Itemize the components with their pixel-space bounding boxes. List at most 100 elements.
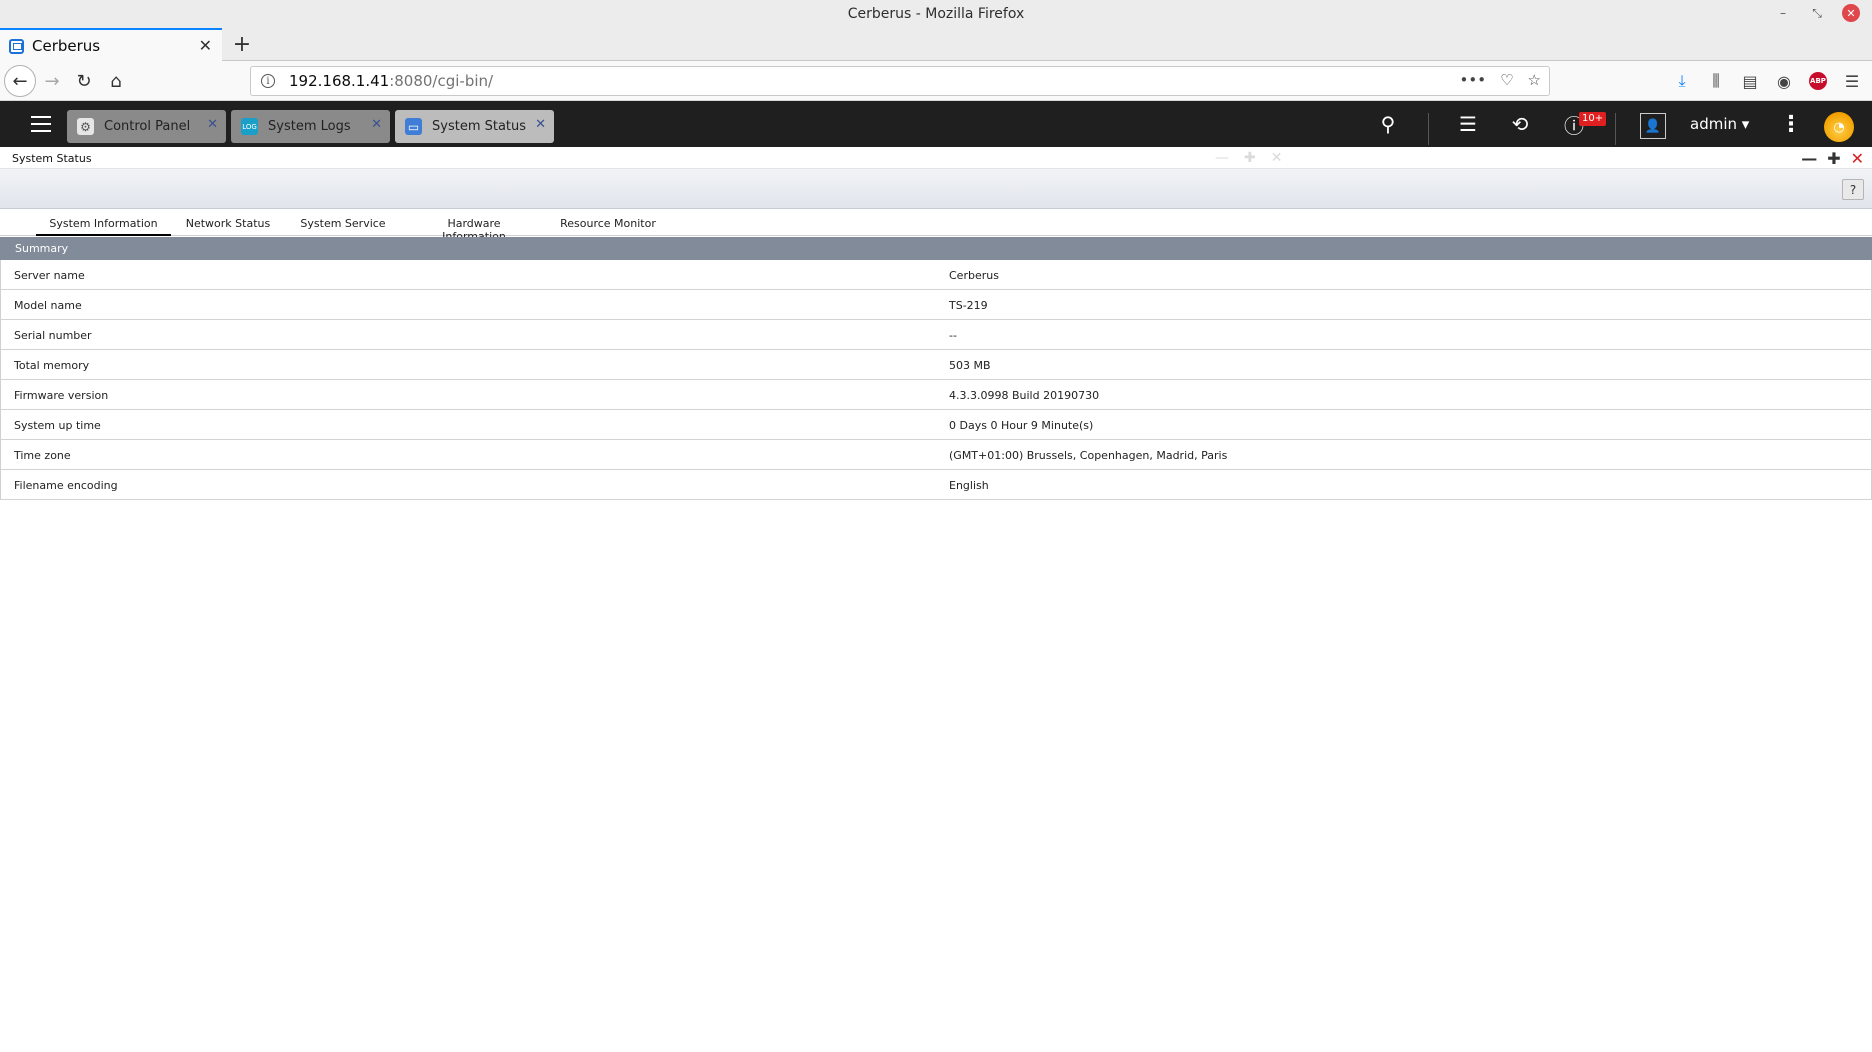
table-row: Filename encoding English — [1, 470, 1871, 500]
tab-close-icon[interactable]: ✕ — [199, 36, 212, 55]
url-path: :8080/cgi-bin/ — [389, 72, 494, 90]
row-value: English — [949, 479, 989, 492]
user-menu[interactable]: admin ▾ — [1690, 115, 1749, 133]
table-row: Firmware version 4.3.3.0998 Build 201907… — [1, 380, 1871, 410]
library-icon[interactable]: ⫼ — [1704, 65, 1728, 97]
url-actions: ••• ♡ ☆ — [1460, 71, 1541, 89]
username: admin — [1690, 115, 1737, 133]
search-icon[interactable]: ⚲ — [1374, 110, 1402, 138]
toolbar-divider — [1615, 113, 1616, 145]
app-minimize-button[interactable]: — — [1801, 149, 1817, 168]
row-label: Serial number — [14, 329, 92, 342]
tab-resource-monitor[interactable]: Resource Monitor — [560, 215, 656, 236]
table-row: System up time 0 Days 0 Hour 9 Minute(s) — [1, 410, 1871, 440]
system-info-table: Server name Cerberus Model name TS-219 S… — [0, 260, 1872, 500]
row-value: Cerberus — [949, 269, 999, 282]
row-label: Total memory — [14, 359, 90, 372]
app-window-controls: — ✚ ✕ — [1801, 149, 1864, 168]
dashboard-gauge-icon[interactable]: ◔ — [1824, 112, 1854, 142]
more-options-icon[interactable]: ⋮ — [1780, 112, 1802, 137]
row-value: 0 Days 0 Hour 9 Minute(s) — [949, 419, 1094, 432]
app-toolbar: ? — [0, 169, 1872, 209]
app-tabbar: System Information Network Status System… — [0, 215, 1872, 243]
window-title: Cerberus - Mozilla Firefox — [847, 6, 1025, 22]
tab-system-service[interactable]: System Service — [300, 215, 386, 236]
row-label: Filename encoding — [14, 479, 118, 492]
gear-icon: ⚙ — [77, 118, 94, 135]
window-titlebar: Cerberus - Mozilla Firefox – ⤡ ✕ — [0, 0, 1872, 28]
app-tab-control-panel[interactable]: ⚙ Control Panel ✕ — [67, 110, 226, 143]
browser-menu-icon[interactable]: ☰ — [1840, 65, 1864, 97]
table-row: Server name Cerberus — [1, 260, 1871, 290]
row-value: (GMT+01:00) Brussels, Copenhagen, Madrid… — [949, 449, 1228, 462]
row-value: 4.3.3.0998 Build 20190730 — [949, 389, 1100, 402]
tab-hardware-information[interactable]: Hardware Information — [415, 215, 533, 243]
window-close-button[interactable]: ✕ — [1842, 4, 1860, 22]
url-host: 192.168.1.41 — [289, 72, 390, 90]
bookmark-star-icon[interactable]: ☆ — [1528, 71, 1541, 89]
app-close-button[interactable]: ✕ — [1851, 149, 1864, 168]
close-icon: ✕ — [1270, 150, 1283, 166]
app-window-title: System Status — [12, 152, 92, 165]
user-avatar-icon[interactable]: 👤 — [1640, 113, 1666, 139]
new-tab-button[interactable]: + — [230, 31, 254, 57]
notification-badge: 10+ — [1579, 112, 1607, 126]
window-restore-button[interactable]: ⤡ — [1808, 4, 1826, 22]
app-tab-label: System Logs — [268, 119, 351, 134]
browser-tab[interactable]: Cerberus ✕ — [0, 28, 222, 62]
close-icon[interactable]: ✕ — [535, 117, 546, 132]
table-row: Serial number -- — [1, 320, 1871, 350]
table-row: Model name TS-219 — [1, 290, 1871, 320]
toolbar-divider — [1428, 113, 1429, 145]
app-tab-system-logs[interactable]: LOG System Logs ✕ — [231, 110, 390, 143]
site-info-icon[interactable]: i — [261, 74, 275, 88]
app-window-header: System Status — ✚ ✕ — ✚ ✕ — [0, 147, 1872, 169]
row-label: Firmware version — [14, 389, 109, 402]
qts-topbar: ⚙ Control Panel ✕ LOG System Logs ✕ ▭ Sy… — [0, 101, 1872, 147]
window-controls: – ⤡ ✕ — [1774, 4, 1860, 22]
tab-network-status[interactable]: Network Status — [184, 215, 272, 236]
ghost-window-controls: — ✚ ✕ — [1215, 150, 1282, 166]
adblock-icon[interactable]: ABP — [1806, 65, 1830, 97]
row-value: -- — [949, 329, 957, 342]
row-label: Model name — [14, 299, 82, 312]
monitor-icon: ▭ — [405, 118, 422, 135]
back-button[interactable]: ← — [4, 65, 36, 97]
downloads-icon[interactable]: ⤓ — [1670, 65, 1694, 97]
table-row: Total memory 503 MB — [1, 350, 1871, 380]
maximize-icon: ✚ — [1244, 150, 1256, 166]
home-button[interactable]: ⌂ — [100, 65, 132, 97]
browser-navbar: ← → ↻ ⌂ i 192.168.1.41:8080/cgi-bin/ •••… — [0, 61, 1872, 101]
table-row: Time zone (GMT+01:00) Brussels, Copenhag… — [1, 440, 1871, 470]
external-device-icon[interactable]: ⟲ — [1506, 110, 1534, 138]
browser-tab-title: Cerberus — [32, 37, 101, 55]
log-icon: LOG — [241, 118, 258, 135]
app-tab-label: Control Panel — [104, 119, 191, 134]
tab-system-information[interactable]: System Information — [36, 215, 171, 236]
app-tab-label: System Status — [432, 119, 527, 134]
sidebar-icon[interactable]: ▤ — [1738, 65, 1762, 97]
background-tasks-icon[interactable]: ☰ — [1454, 110, 1482, 138]
row-value: TS-219 — [949, 299, 988, 312]
page-actions-icon[interactable]: ••• — [1460, 71, 1487, 89]
close-icon[interactable]: ✕ — [207, 117, 218, 132]
account-icon[interactable]: ◉ — [1772, 65, 1796, 97]
forward-button[interactable]: → — [36, 65, 68, 97]
app-maximize-button[interactable]: ✚ — [1827, 149, 1840, 168]
browser-tabstrip: Cerberus ✕ + — [0, 28, 1872, 62]
main-menu-button[interactable] — [26, 111, 56, 137]
url-text: 192.168.1.41:8080/cgi-bin/ — [289, 72, 493, 90]
row-label: Server name — [14, 269, 85, 282]
close-icon[interactable]: ✕ — [371, 117, 382, 132]
help-button[interactable]: ? — [1842, 179, 1864, 200]
reload-button[interactable]: ↻ — [68, 65, 100, 97]
row-value: 503 MB — [949, 359, 991, 372]
row-label: System up time — [14, 419, 101, 432]
browser-toolbar-right: ⤓ ⫼ ▤ ◉ ABP ☰ — [1670, 65, 1864, 97]
window-minimize-button[interactable]: – — [1774, 4, 1792, 22]
screen: Cerberus - Mozilla Firefox – ⤡ ✕ Cerberu… — [0, 0, 1872, 1052]
url-bar[interactable]: i 192.168.1.41:8080/cgi-bin/ ••• ♡ ☆ — [250, 66, 1550, 96]
pocket-icon[interactable]: ♡ — [1500, 71, 1513, 89]
qnap-favicon-icon — [9, 38, 24, 54]
app-tab-system-status[interactable]: ▭ System Status ✕ — [395, 110, 554, 143]
